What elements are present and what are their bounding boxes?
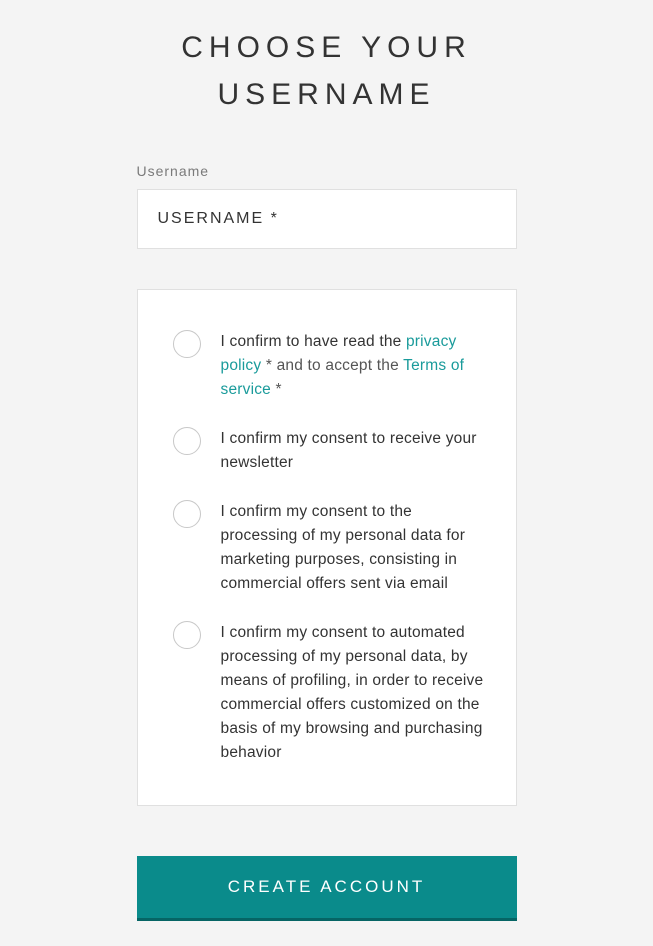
privacy-suffix: *: [276, 381, 282, 398]
checkbox-profiling[interactable]: [173, 621, 201, 649]
consent-text-privacy: I confirm to have read the privacy polic…: [221, 330, 486, 402]
username-label: Username: [137, 163, 517, 179]
consent-panel: I confirm to have read the privacy polic…: [137, 289, 517, 806]
privacy-mid: * and to accept the: [266, 357, 403, 374]
privacy-prefix: I confirm to have read the: [221, 333, 406, 350]
username-input[interactable]: [137, 189, 517, 249]
consent-row-profiling: I confirm my consent to automated proces…: [173, 621, 486, 765]
checkbox-marketing[interactable]: [173, 500, 201, 528]
consent-row-marketing: I confirm my consent to the processing o…: [173, 500, 486, 596]
consent-text-profiling: I confirm my consent to automated proces…: [221, 621, 486, 765]
checkbox-newsletter[interactable]: [173, 427, 201, 455]
checkbox-privacy[interactable]: [173, 330, 201, 358]
page-title: CHOOSE YOUR USERNAME: [137, 25, 517, 118]
registration-form-container: CHOOSE YOUR USERNAME Username I confirm …: [137, 25, 517, 921]
consent-text-newsletter: I confirm my consent to receive your new…: [221, 427, 486, 475]
create-account-button[interactable]: CREATE ACCOUNT: [137, 856, 517, 921]
consent-row-newsletter: I confirm my consent to receive your new…: [173, 427, 486, 475]
consent-text-marketing: I confirm my consent to the processing o…: [221, 500, 486, 596]
consent-row-privacy: I confirm to have read the privacy polic…: [173, 330, 486, 402]
